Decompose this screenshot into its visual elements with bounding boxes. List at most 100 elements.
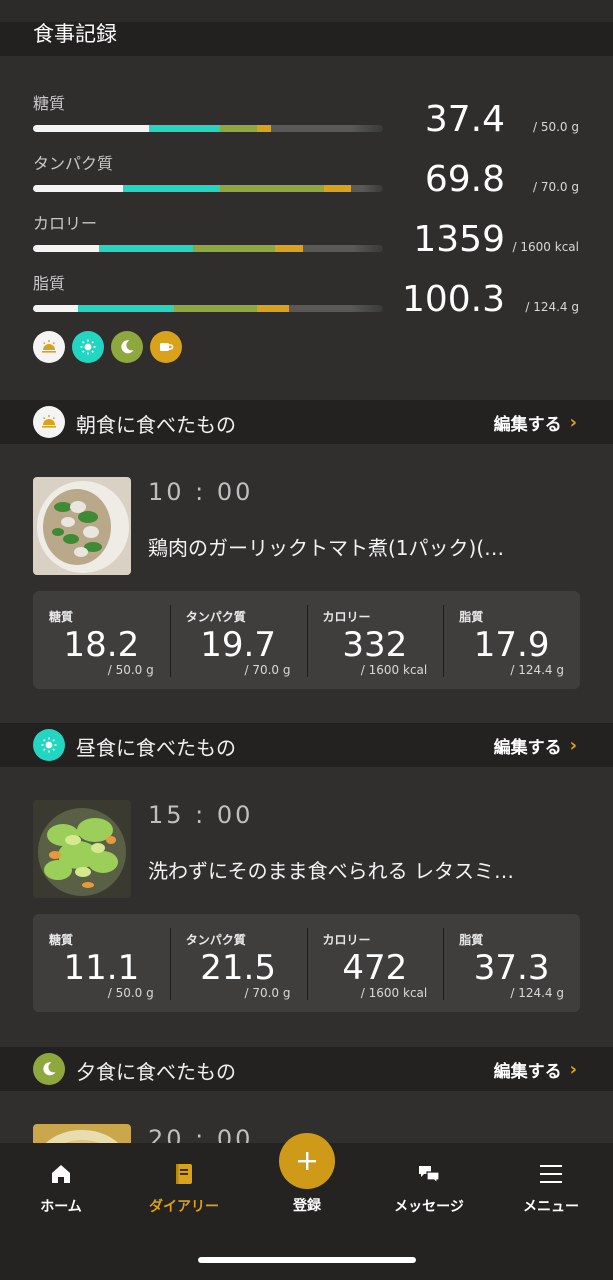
- nutrient-goal: / 1600 kcal: [360, 986, 428, 1000]
- nutrient-protein: タンパク質 19.7 / 70.0 g: [169, 591, 307, 689]
- nutrient-goal: / 70.0 g: [244, 663, 291, 677]
- nutrient-fat: 脂質 37.3 / 124.4 g: [443, 914, 580, 1012]
- nav-label: メニュー: [523, 1199, 579, 1215]
- home-icon: [52, 1165, 70, 1183]
- nav-menu[interactable]: メニュー: [496, 1161, 606, 1216]
- summary-value: 100.3: [401, 279, 505, 320]
- edit-label: 編集する: [493, 415, 562, 435]
- nutrient-carbs: 糖質 11.1 / 50.0 g: [33, 914, 170, 1012]
- section-title: 朝食に食べたもの: [76, 413, 236, 437]
- summary-value: 69.8: [424, 159, 505, 200]
- breakfast-card[interactable]: 10 : 00 鶏肉のガーリックトマト煮(1パック)(… 糖質 18.2 / 5…: [0, 444, 613, 723]
- nav-label: ダイアリー: [149, 1199, 219, 1215]
- summary-label: カロリー: [33, 214, 98, 233]
- meal-nutrients: 糖質 11.1 / 50.0 g タンパク質 21.5 / 70.0 g カロリ…: [33, 914, 580, 1012]
- summary-row-carbs: 糖質 37.4 / 50.0 g: [0, 90, 613, 150]
- sun-icon: [72, 331, 104, 363]
- nutrient-label: カロリー: [322, 610, 371, 624]
- summary-row-protein: タンパク質 69.8 / 70.0 g: [0, 150, 613, 210]
- food-photo: [33, 800, 131, 898]
- nutrient-goal: / 50.0 g: [107, 986, 154, 1000]
- nutrient-goal: / 50.0 g: [107, 663, 154, 677]
- home-indicator[interactable]: [198, 1257, 416, 1263]
- summary-row-fat: 脂質 100.3 / 124.4 g: [0, 270, 613, 330]
- sun-icon: [33, 729, 65, 761]
- nav-label-register[interactable]: 登録: [257, 1195, 357, 1215]
- edit-lunch-button[interactable]: 編集する ›: [494, 733, 577, 758]
- food-photo: [33, 477, 131, 575]
- summary-label: タンパク質: [33, 154, 114, 173]
- nutrient-label: 糖質: [49, 933, 74, 947]
- nav-home[interactable]: ホーム: [6, 1161, 116, 1216]
- nutrient-goal: / 1600 kcal: [360, 663, 428, 677]
- nutrient-value: 18.2: [63, 625, 140, 665]
- nutrient-value: 21.5: [200, 948, 276, 988]
- nutrient-fat: 脂質 17.9 / 124.4 g: [443, 591, 580, 689]
- nav-messages[interactable]: メッセージ: [374, 1161, 484, 1216]
- edit-label: 編集する: [493, 1062, 562, 1082]
- summary-goal: / 1600 kcal: [512, 240, 579, 254]
- edit-dinner-button[interactable]: 編集する ›: [494, 1057, 577, 1082]
- progress-bar: [33, 125, 383, 132]
- nutrient-label: 脂質: [459, 610, 484, 624]
- nutrition-summary: 糖質 37.4 / 50.0 g タンパク質 69.8 / 70.0 g カロリ…: [0, 56, 613, 400]
- bottom-nav: ホーム ダイアリー 登録 メッセージ メニュー: [0, 1133, 613, 1280]
- chat-icon: [419, 1166, 440, 1185]
- nutrient-value: 19.7: [200, 625, 276, 665]
- nutrient-goal: / 70.0 g: [244, 986, 291, 1000]
- plus-icon: [298, 1152, 316, 1170]
- nutrient-goal: / 124.4 g: [510, 986, 564, 1000]
- page-title: 食事記録: [33, 22, 117, 46]
- cup-icon: [150, 331, 182, 363]
- lunch-card[interactable]: 15 : 00 洗わずにそのまま食べられる レタスミ… 糖質 11.1 / 50…: [0, 767, 613, 1047]
- breakfast-header: 朝食に食べたもの 編集する ›: [0, 400, 613, 444]
- nutrient-label: 糖質: [49, 610, 74, 624]
- nutrient-goal: / 124.4 g: [510, 663, 564, 677]
- nutrient-label: タンパク質: [185, 933, 246, 947]
- meal-time: 15 : 00: [148, 801, 254, 829]
- nutrient-value: 11.1: [63, 948, 140, 988]
- nutrient-label: 脂質: [459, 933, 484, 947]
- summary-goal: / 124.4 g: [525, 300, 579, 314]
- nutrient-value: 37.3: [473, 948, 550, 988]
- summary-label: 脂質: [33, 274, 66, 293]
- lunch-header: 昼食に食べたもの 編集する ›: [0, 723, 613, 767]
- hamburger-icon: [540, 1165, 562, 1183]
- moon-icon: [111, 331, 143, 363]
- diary-icon: [176, 1164, 192, 1184]
- sunrise-icon: [33, 406, 65, 438]
- summary-value: 1359: [413, 219, 505, 260]
- nutrient-carbs: 糖質 18.2 / 50.0 g: [33, 591, 170, 689]
- nav-diary[interactable]: ダイアリー: [129, 1161, 239, 1216]
- meal-time: 20 : 00: [148, 1125, 254, 1143]
- progress-bar: [33, 245, 383, 252]
- food-name: 鶏肉のガーリックトマト煮(1パック)(…: [148, 536, 505, 560]
- nutrient-label: タンパク質: [185, 610, 246, 624]
- nutrient-value: 332: [342, 625, 408, 665]
- edit-breakfast-button[interactable]: 編集する ›: [494, 410, 577, 435]
- food-photo: [33, 1124, 131, 1143]
- food-name: 洗わずにそのまま食べられる レタスミ…: [148, 859, 514, 883]
- chevron-right-icon: ›: [569, 735, 577, 756]
- section-title: 昼食に食べたもの: [76, 736, 236, 760]
- summary-row-calories: カロリー 1359 / 1600 kcal: [0, 210, 613, 270]
- meal-time: 10 : 00: [148, 478, 254, 506]
- meal-legend: [33, 331, 182, 363]
- progress-bar: [33, 185, 383, 192]
- nav-label: ホーム: [40, 1199, 82, 1215]
- edit-label: 編集する: [493, 738, 562, 758]
- meal-nutrients: 糖質 18.2 / 50.0 g タンパク質 19.7 / 70.0 g カロリ…: [33, 591, 580, 689]
- nutrient-calories: カロリー 472 / 1600 kcal: [306, 914, 444, 1012]
- add-record-button[interactable]: [279, 1133, 335, 1189]
- nutrient-value: 472: [342, 948, 408, 988]
- progress-bar: [33, 305, 383, 312]
- nutrient-value: 17.9: [473, 625, 550, 665]
- title-bar: 食事記録: [0, 22, 613, 56]
- summary-label: 糖質: [33, 94, 66, 113]
- dinner-header: 夕食に食べたもの 編集する ›: [0, 1047, 613, 1091]
- section-title: 夕食に食べたもの: [76, 1060, 236, 1084]
- summary-goal: / 50.0 g: [532, 120, 579, 134]
- nutrient-calories: カロリー 332 / 1600 kcal: [306, 591, 444, 689]
- moon-icon: [33, 1053, 65, 1085]
- summary-goal: / 70.0 g: [532, 180, 579, 194]
